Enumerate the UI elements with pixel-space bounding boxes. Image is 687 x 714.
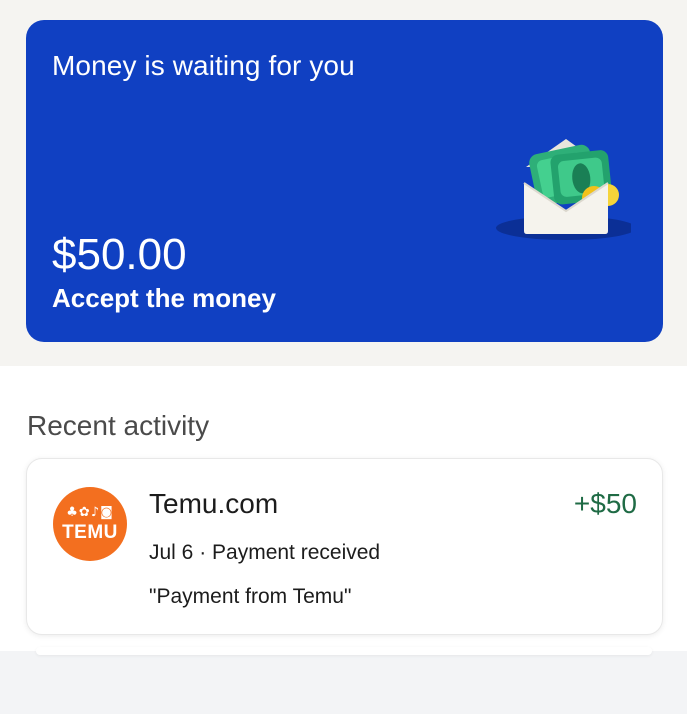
recent-activity-section: Recent activity ♣✿♪◙ TEMU Temu.com +$50 … [0,366,687,651]
transaction-note: "Payment from Temu" [149,585,352,608]
envelope-money-icon [496,139,631,240]
temu-logo-glyphs: ♣✿♪◙ [66,505,114,520]
money-amount: $50.00 [52,230,187,279]
next-activity-card-edge [36,647,652,655]
recent-activity-title: Recent activity [27,410,210,441]
transaction-amount: +$50 [573,488,637,519]
money-card-title: Money is waiting for you [52,50,355,81]
merchant-name: Temu.com [149,488,279,519]
money-waiting-card[interactable]: Money is waiting for you $50.00 Accept t… [26,20,663,342]
transaction-date-status: Jul 6 · Payment received [149,541,381,564]
activity-item-temu[interactable]: ♣✿♪◙ TEMU Temu.com +$50 Jul 6 · Payment … [26,458,663,635]
temu-logo-text: TEMU [62,522,118,543]
accept-money-button[interactable]: Accept the money [52,283,276,314]
bottom-section [0,647,687,714]
temu-logo-icon: ♣✿♪◙ TEMU [53,487,127,561]
top-section: Money is waiting for you $50.00 Accept t… [0,0,687,366]
